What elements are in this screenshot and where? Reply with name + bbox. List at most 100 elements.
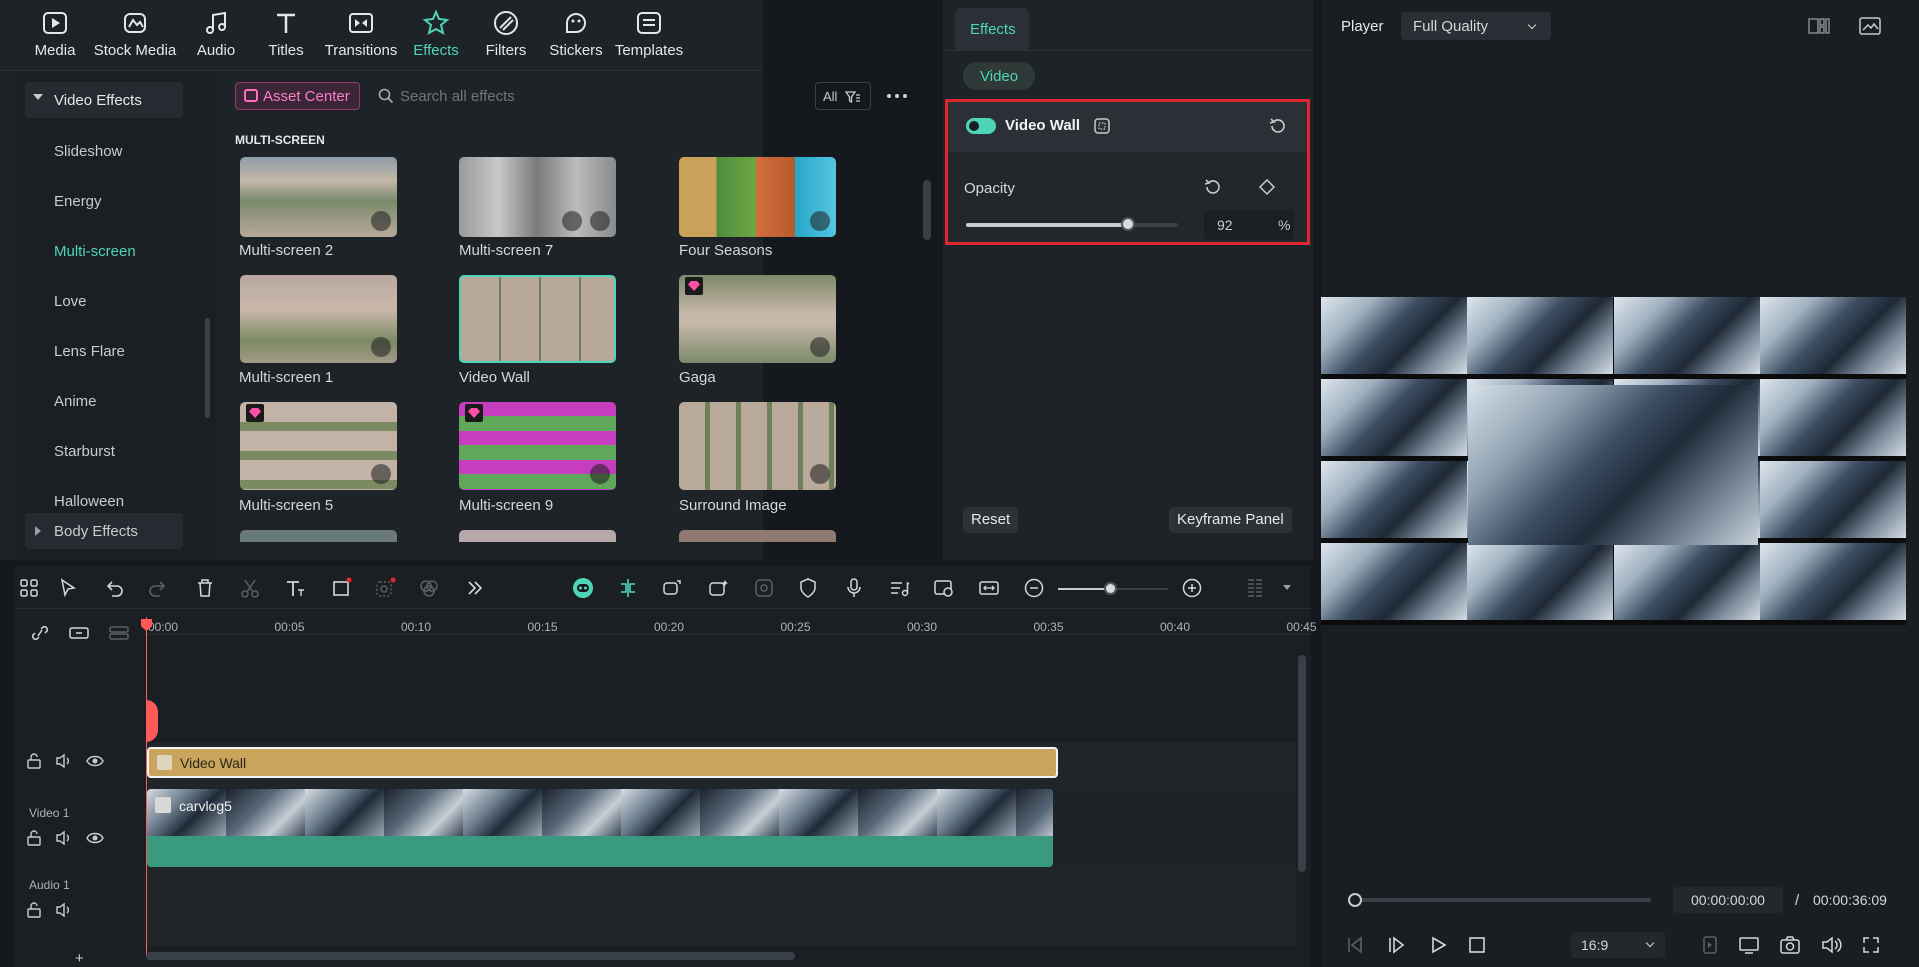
render-preview-icon[interactable] [933, 577, 955, 599]
zoom-slider-knob[interactable] [1104, 582, 1117, 595]
timeline-zoom-slider[interactable] [1058, 582, 1168, 595]
stop-icon[interactable] [1467, 935, 1487, 955]
sidebar-item-halloween[interactable]: Halloween [54, 493, 124, 510]
sidebar-header[interactable]: Video Effects [25, 82, 183, 118]
fit-timeline-icon[interactable] [978, 577, 1000, 599]
crop-icon[interactable] [330, 577, 352, 599]
reset-effect-icon[interactable] [1268, 116, 1288, 136]
mask-icon[interactable] [1093, 117, 1111, 135]
effect-thumb-surround-image[interactable] [679, 402, 836, 490]
shield-icon[interactable] [797, 577, 819, 599]
keyframe-diamond-icon[interactable] [1258, 178, 1276, 196]
clip-marker-icon[interactable] [1701, 935, 1719, 955]
lock-icon[interactable] [26, 830, 42, 846]
ai-tool-icon[interactable] [374, 577, 396, 599]
sidebar-item-multi-screen[interactable]: Multi-screen [54, 243, 136, 260]
sidebar-item-energy[interactable]: Energy [54, 193, 102, 210]
sidebar-item-love[interactable]: Love [54, 293, 87, 310]
sidebar-footer[interactable]: Body Effects [25, 513, 183, 549]
sidebar-item-anime[interactable]: Anime [54, 393, 97, 410]
toolbar-media[interactable]: Media [12, 8, 98, 59]
playhead-marker[interactable] [146, 700, 158, 742]
stabilize-icon[interactable] [753, 577, 775, 599]
add-track-icon[interactable] [68, 624, 90, 642]
aspect-ratio-select[interactable]: 16:9 [1571, 932, 1665, 958]
redo-icon[interactable] [147, 577, 169, 599]
sidebar-item-starburst[interactable]: Starburst [54, 443, 115, 460]
volume-icon[interactable] [1820, 935, 1842, 955]
effect-thumb-partial[interactable] [240, 530, 397, 542]
effect-thumb-multi-screen-1[interactable] [240, 275, 397, 363]
zoom-in-icon[interactable] [1181, 577, 1203, 599]
display-icon[interactable] [1738, 935, 1760, 955]
image-icon[interactable] [1859, 16, 1881, 36]
split-icon[interactable] [239, 577, 261, 599]
effect-thumb-multi-screen-5[interactable] [240, 402, 397, 490]
track-settings-icon[interactable] [1244, 577, 1266, 599]
effect-thumb-partial[interactable] [679, 530, 836, 542]
subtab-video[interactable]: Video [963, 62, 1035, 90]
layout-grid-icon[interactable] [18, 577, 40, 599]
link-icon[interactable] [30, 624, 50, 642]
effect-thumb-four-seasons[interactable] [679, 157, 836, 237]
scrubber-knob[interactable] [1348, 893, 1362, 907]
keyframe-panel-button[interactable]: Keyframe Panel [1169, 507, 1292, 533]
asset-center-button[interactable]: Asset Center [235, 82, 360, 110]
timeline-vertical-scrollbar[interactable] [1298, 655, 1306, 872]
track-layout-icon[interactable] [108, 624, 130, 642]
snap-icon[interactable] [617, 577, 639, 599]
playback-scrubber[interactable] [1348, 893, 1651, 907]
effect-thumb-multi-screen-7[interactable] [459, 157, 616, 237]
toolbar-templates[interactable]: Templates [606, 8, 692, 59]
ai-video-icon[interactable] [707, 577, 729, 599]
timeline-horizontal-scrollbar[interactable] [146, 952, 795, 960]
delete-icon[interactable] [194, 577, 216, 599]
effect-thumb-gaga[interactable] [679, 275, 836, 363]
sidebar-item-lens-flare[interactable]: Lens Flare [54, 343, 125, 360]
prev-frame-icon[interactable] [1345, 935, 1365, 955]
select-tool-icon[interactable] [58, 577, 80, 599]
toolbar-stock-media[interactable]: Stock Media [92, 8, 178, 59]
effect-thumb-partial[interactable] [459, 530, 616, 542]
video-clip[interactable]: carvlog5 [147, 789, 1053, 867]
sidebar-item-slideshow[interactable]: Slideshow [54, 143, 122, 160]
volume-icon[interactable] [55, 902, 73, 918]
effect-thumb-video-wall[interactable] [459, 275, 616, 363]
reset-opacity-icon[interactable] [1203, 177, 1223, 197]
opacity-slider-knob[interactable] [1120, 217, 1135, 231]
playhead[interactable] [146, 617, 147, 957]
volume-icon[interactable] [55, 753, 73, 769]
opacity-input[interactable]: 92 % [1204, 210, 1294, 240]
tab-effects[interactable]: Effects [955, 8, 1029, 50]
eye-icon[interactable] [86, 753, 104, 769]
lock-icon[interactable] [26, 753, 42, 769]
chevron-down-icon[interactable] [1283, 585, 1291, 590]
effect-clip-video-wall[interactable]: Video Wall [147, 747, 1058, 778]
preview-canvas[interactable] [1321, 297, 1906, 625]
zoom-out-icon[interactable] [1023, 577, 1045, 599]
lock-icon[interactable] [26, 902, 42, 918]
effect-thumb-multi-screen-2[interactable] [240, 157, 397, 237]
auto-reframe-icon[interactable] [661, 577, 683, 599]
more-tools-icon[interactable] [464, 577, 486, 599]
effect-thumb-multi-screen-9[interactable] [459, 402, 616, 490]
text-tool-icon[interactable] [284, 577, 306, 599]
color-match-icon[interactable] [418, 577, 440, 599]
quality-select[interactable]: Full Quality [1401, 12, 1551, 40]
microphone-icon[interactable] [843, 577, 865, 599]
snapshot-icon[interactable] [1779, 935, 1801, 955]
search-input[interactable] [400, 84, 650, 108]
play-icon[interactable] [1428, 935, 1448, 955]
add-icon[interactable]: + [75, 950, 84, 967]
ai-mate-icon[interactable] [572, 577, 594, 599]
fullscreen-icon[interactable] [1861, 935, 1881, 955]
opacity-slider[interactable] [966, 217, 1178, 231]
volume-icon[interactable] [55, 830, 73, 846]
layout-icon[interactable] [1808, 17, 1830, 35]
toolbar-titles[interactable]: Titles [243, 8, 329, 59]
next-frame-icon[interactable] [1386, 935, 1406, 955]
reset-button[interactable]: Reset [963, 507, 1019, 533]
sidebar-scrollbar[interactable] [205, 318, 210, 418]
filter-button[interactable]: All [815, 82, 871, 110]
eye-icon[interactable] [86, 830, 104, 846]
